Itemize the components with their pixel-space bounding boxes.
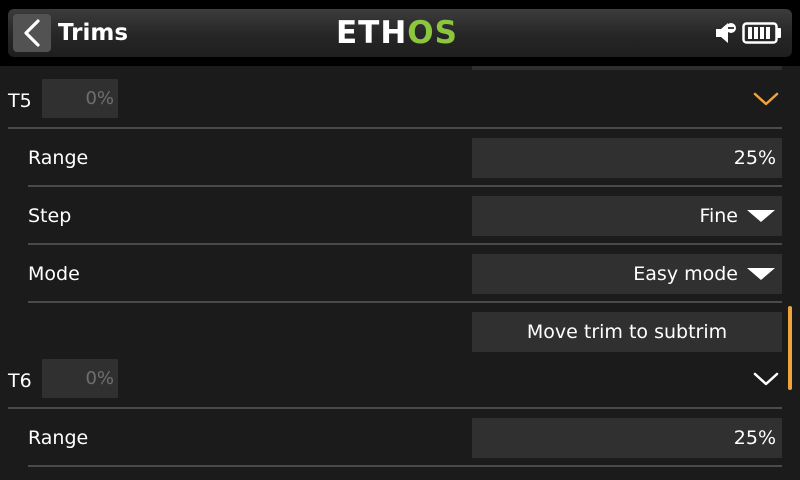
- chevron-left-icon: [24, 19, 40, 47]
- range-field[interactable]: 25%: [472, 138, 782, 178]
- step-row: Step Fine: [0, 190, 782, 246]
- divider: [28, 185, 782, 187]
- triangle-down-icon: [747, 210, 775, 222]
- triangle-down-icon: [747, 268, 775, 280]
- page-title: Trims: [58, 20, 129, 46]
- scrollbar[interactable]: [788, 306, 792, 390]
- range-field[interactable]: 25%: [472, 418, 782, 458]
- trims-list[interactable]: T5 0% Range 25% Step Fine Mode Easy mode: [0, 66, 800, 480]
- trim-value-field: 0%: [42, 79, 118, 118]
- logo-main: ETH: [336, 15, 408, 51]
- step-select[interactable]: Fine: [472, 196, 782, 236]
- back-button[interactable]: [13, 14, 51, 52]
- top-bar: Trims ETHOS: [0, 0, 800, 66]
- chevron-down-icon[interactable]: [752, 91, 780, 107]
- mode-label: Mode: [28, 263, 80, 285]
- mode-row: Mode Easy mode: [0, 248, 782, 304]
- range-label: Range: [28, 427, 89, 449]
- speaker-icon[interactable]: [714, 20, 738, 46]
- chevron-down-icon[interactable]: [752, 371, 780, 387]
- trim-name: T6: [8, 370, 32, 392]
- mode-select[interactable]: Easy mode: [472, 254, 782, 294]
- mode-value: Easy mode: [633, 263, 738, 285]
- battery-icon: [742, 22, 781, 44]
- ethos-logo: ETHOS: [336, 14, 458, 52]
- trim-group-t6[interactable]: T6 0%: [0, 346, 782, 408]
- trim-name: T5: [8, 90, 32, 112]
- divider: [8, 407, 782, 409]
- range-row: Range 25%: [0, 132, 782, 188]
- divider: [28, 465, 782, 467]
- divider: [28, 301, 782, 303]
- range-label: Range: [28, 147, 89, 169]
- status-icons: [714, 18, 784, 48]
- step-value: Fine: [699, 205, 738, 227]
- range-row: Range 25%: [0, 412, 782, 468]
- trim-value-field: 0%: [42, 359, 118, 398]
- step-label: Step: [28, 205, 72, 227]
- trim-group-t5[interactable]: T5 0%: [0, 66, 782, 128]
- logo-accent: OS: [407, 15, 458, 51]
- divider: [8, 127, 782, 129]
- divider: [28, 243, 782, 245]
